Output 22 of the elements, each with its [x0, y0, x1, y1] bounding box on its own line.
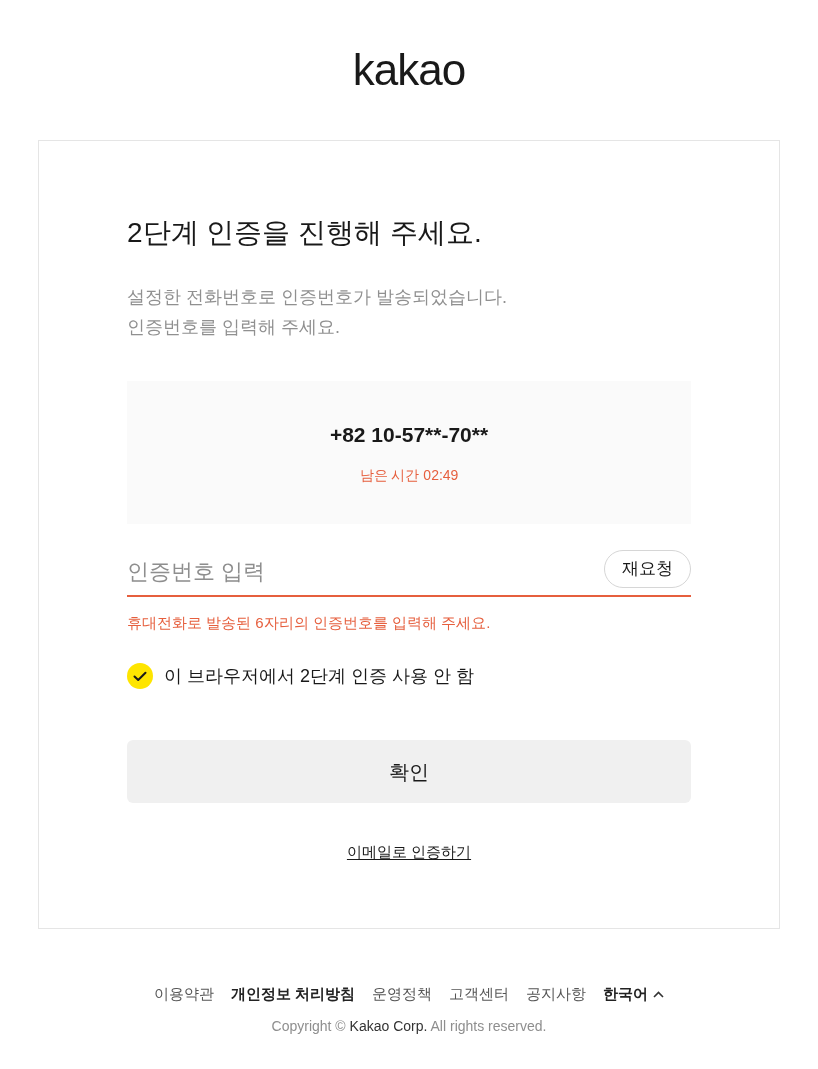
chevron-up-icon	[653, 990, 665, 998]
footer-link[interactable]: 고객센터	[449, 984, 510, 1004]
footer-link[interactable]: 공지사항	[526, 984, 587, 1004]
company-link[interactable]: Kakao Corp.	[349, 1018, 428, 1034]
copyright-text: Copyright © Kakao Corp. All rights reserved.	[271, 1017, 547, 1036]
phone-number: +82 10-57**-70**	[329, 422, 489, 448]
language-selector[interactable]: 한국어	[603, 984, 665, 1004]
kakao-logo: kakao	[352, 47, 466, 93]
checkbox-label: 이 브라우저에서 2단계 인증 사용 안 함	[164, 665, 475, 688]
resend-button[interactable]: 재요청	[604, 550, 691, 588]
checkmark-icon	[133, 670, 147, 682]
confirm-button[interactable]: 확인	[127, 740, 691, 803]
checkbox[interactable]	[127, 663, 153, 689]
footer-link[interactable]: 이용약관	[153, 984, 214, 1004]
email-verification-link[interactable]: 이메일로 인증하기	[346, 842, 472, 862]
error-message: 휴대전화로 발송된 6자리의 인증번호를 입력해 주세요.	[127, 613, 492, 633]
description-text: 설정한 전화번호로 인증번호가 발송되었습니다. 인증번호를 입력해 주세요.	[127, 286, 508, 339]
page-heading: 2단계 인증을 진행해 주세요.	[127, 216, 483, 250]
timer-text: 남은 시간 02:49	[359, 466, 459, 484]
footer-link[interactable]: 운영정책	[372, 984, 433, 1004]
code-input-field[interactable]: 인증번호 입력 재요청	[127, 547, 691, 597]
footer-link[interactable]: 개인정보 처리방침	[230, 984, 356, 1004]
